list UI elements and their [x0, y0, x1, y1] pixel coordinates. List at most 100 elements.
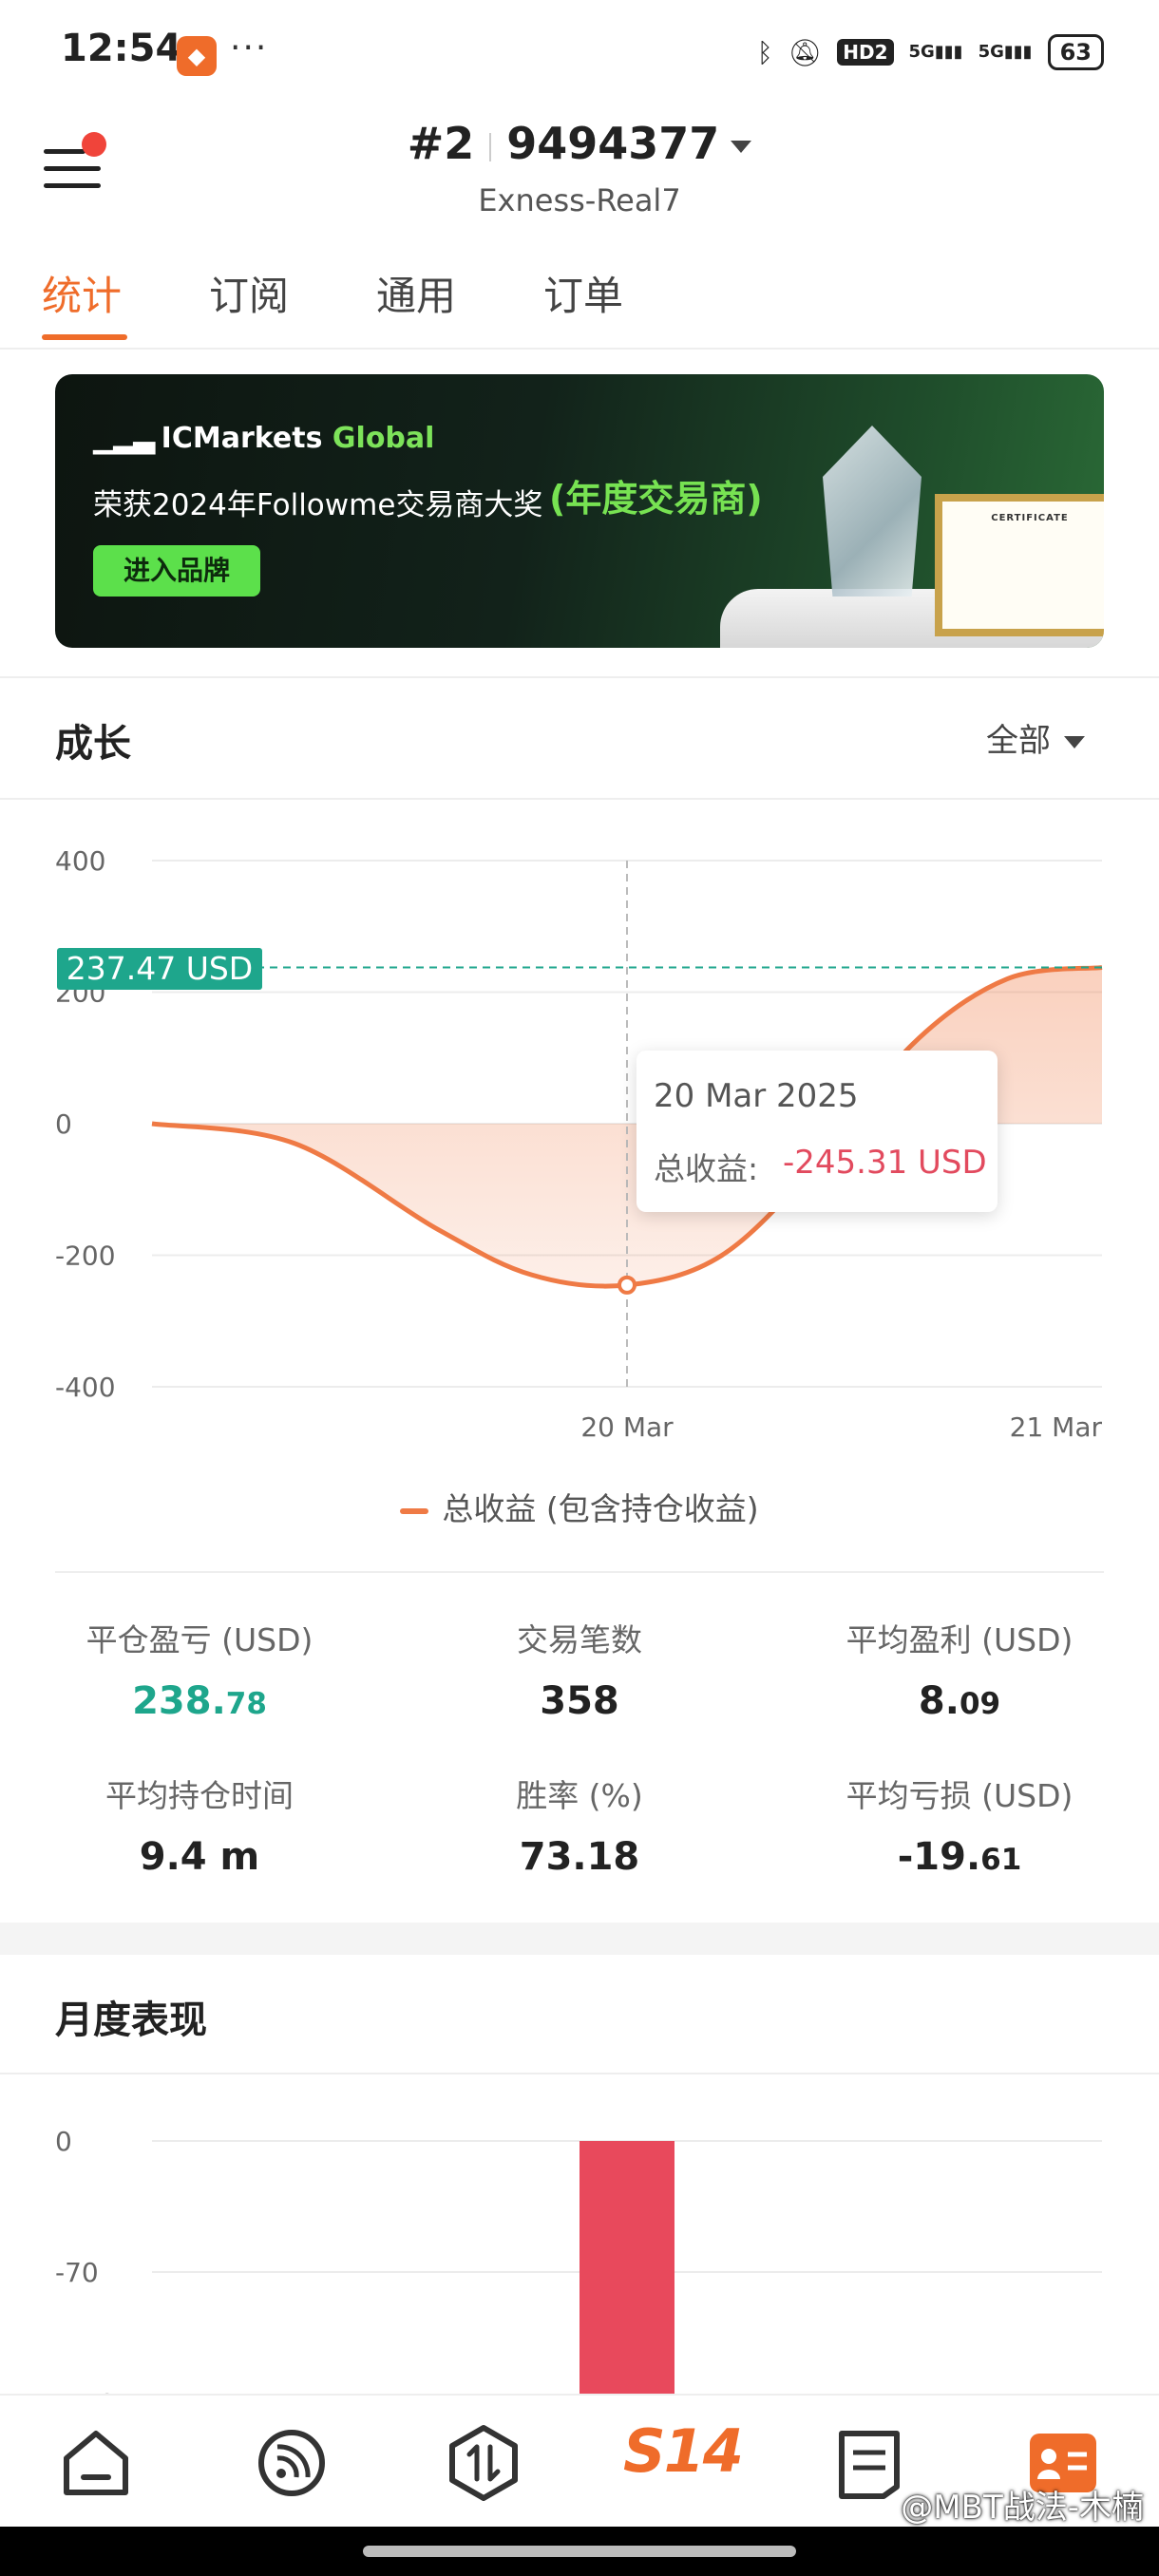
y-tick-label: -400 [55, 1372, 116, 1403]
stat-value-int: 238. [132, 1679, 226, 1723]
stat-value-decimal: 61 [980, 1843, 1022, 1877]
stat-label: 胜率 (%) [516, 1777, 643, 1814]
brand-suffix: Global [332, 422, 435, 455]
signal-2-label: 5G [978, 42, 1004, 62]
banner-cta-button[interactable]: 进入品牌 [93, 545, 260, 597]
y-tick-label: 0 [55, 2126, 72, 2157]
app-notification-icon: ◆ [177, 36, 217, 76]
brand-prefix: IC [161, 422, 193, 455]
stat-value-int: 73.18 [519, 1835, 640, 1879]
status-bar: 12:54 ◆ ··· ᛒ 🔕︎ HD2 5G▮▮▮ 5G▮▮▮ 63 [0, 0, 1159, 95]
stat-label: 交易笔数 [517, 1621, 642, 1658]
award-text: 年度交易商 [565, 478, 747, 520]
tab-orders[interactable]: 订单 [543, 264, 623, 322]
account-selector[interactable]: #2 9494377 [0, 118, 1159, 169]
range-dropdown[interactable]: 全部 [986, 714, 1085, 761]
stat-value-int: 8. [918, 1679, 960, 1723]
legend-label: 总收益 (包含持仓收益) [442, 1490, 759, 1527]
y-tick-label: -200 [55, 1241, 116, 1272]
tab-general[interactable]: 通用 [376, 264, 456, 322]
stat-value: 8.09 [788, 1679, 1130, 1723]
stat-value: 73.18 [408, 1835, 750, 1879]
signal-icon: 5G▮▮▮ [908, 42, 963, 62]
stat-value-decimal: 78 [225, 1687, 267, 1721]
divider [55, 1571, 1104, 1573]
divider [0, 798, 1159, 800]
account-number: 9494377 [506, 118, 720, 169]
legend-swatch [400, 1507, 429, 1514]
ad-banner[interactable]: ▁▂▃ ICMarkets Global 荣获2024年Followme交易商大… [55, 374, 1104, 648]
certificate-title: CERTIFICATE [991, 513, 1069, 523]
tooltip-value: -245.31 USD [783, 1144, 987, 1182]
stat-value-int: -19. [897, 1835, 981, 1879]
caret-down-icon [731, 141, 752, 153]
divider [0, 2073, 1159, 2074]
banner-headline: 荣获2024年Followme交易商大奖 [93, 488, 543, 522]
y-axis-ticks: 4002000-200-400 [55, 845, 116, 1403]
watermark: @MBT战法-木楠 [901, 2489, 1144, 2527]
x-tick-label: 21 Mar [1010, 1411, 1103, 1443]
bluetooth-icon: ᛒ [756, 36, 773, 68]
highlight-point [618, 1275, 636, 1295]
monthly-bars [580, 2141, 674, 2394]
section-gap [0, 1923, 1159, 1955]
y-tick-label: 400 [55, 845, 105, 877]
stat-item: 平均亏损 (USD) -19.61 [788, 1771, 1130, 1879]
divider [0, 676, 1159, 678]
signal-icon: 5G▮▮▮ [978, 42, 1033, 62]
news-icon[interactable] [826, 2420, 912, 2506]
stat-value: 238.78 [28, 1679, 370, 1723]
stat-item: 平均盈利 (USD) 8.09 [788, 1615, 1130, 1723]
stat-label: 平均持仓时间 [105, 1777, 294, 1814]
mute-bell-icon: 🔕︎ [788, 36, 823, 68]
tooltip-label: 总收益: [654, 1150, 759, 1187]
stat-item: 胜率 (%) 73.18 [408, 1771, 750, 1879]
tab-subscribe[interactable]: 订阅 [209, 264, 289, 322]
stat-value: 9.4 m [28, 1835, 370, 1879]
brand-main: Markets [192, 422, 323, 455]
monthly-bar [580, 2141, 674, 2394]
y-tick-label: -70 [55, 2257, 99, 2288]
home-indicator[interactable] [363, 2546, 796, 2557]
account-rank: #2 [407, 118, 475, 169]
chart-tooltip: 20 Mar 2025 总收益: -245.31 USD [636, 1051, 998, 1212]
current-value-tag: 237.47 USD [57, 948, 262, 990]
tab-active-indicator [42, 334, 127, 340]
banner-brand-logo: ▁▂▃ ICMarkets Global [93, 422, 434, 455]
bars-icon: ▁▂▃ [93, 422, 162, 455]
status-more-dots: ··· [230, 28, 269, 67]
stat-label: 平均盈利 (USD) [846, 1621, 1074, 1658]
stat-value-decimal: 09 [959, 1687, 1001, 1721]
battery-icon: 63 [1047, 34, 1104, 70]
trophy-icon [823, 426, 922, 597]
banner-award: (年度交易商) [549, 478, 763, 520]
monthly-chart[interactable]: 0-70-140 [0, 2080, 1159, 2394]
x-tick-label: 20 Mar [580, 1411, 674, 1443]
x-axis-ticks: 20 Mar 21 Mar [580, 1411, 1102, 1443]
monthly-title: 月度表现 [55, 1998, 207, 2042]
tab-bar: 统计 订阅 通用 订单 [0, 256, 1159, 350]
y-tick-label: 0 [55, 1108, 72, 1140]
monthly-y-ticks: 0-70-140 [55, 2126, 116, 2394]
signal-1-label: 5G [908, 42, 935, 62]
hd-badge: HD2 [837, 39, 894, 66]
account-server: Exness-Real7 [478, 182, 681, 218]
stat-value-int: 9.4 m [139, 1835, 260, 1879]
stat-value-int: 358 [540, 1679, 619, 1723]
stat-value: 358 [408, 1679, 750, 1723]
chart-legend[interactable]: 总收益 (包含持仓收益) [0, 1484, 1159, 1529]
divider [489, 132, 492, 161]
range-value: 全部 [986, 722, 1051, 760]
feed-icon[interactable] [249, 2420, 334, 2506]
stat-item: 平仓盈亏 (USD) 238.78 [28, 1615, 370, 1723]
stat-item: 平均持仓时间 9.4 m [28, 1771, 370, 1879]
growth-title: 成长 [55, 722, 131, 766]
status-icons: ᛒ 🔕︎ HD2 5G▮▮▮ 5G▮▮▮ 63 [757, 28, 1104, 76]
tooltip-date: 20 Mar 2025 [654, 1077, 859, 1115]
stat-label: 平仓盈亏 (USD) [86, 1621, 314, 1658]
trade-icon[interactable] [441, 2420, 526, 2506]
tab-stats[interactable]: 统计 [42, 264, 122, 322]
stat-item: 交易笔数 358 [408, 1615, 750, 1723]
s14-logo[interactable]: S14 [623, 2416, 744, 2486]
home-icon[interactable] [53, 2420, 139, 2506]
